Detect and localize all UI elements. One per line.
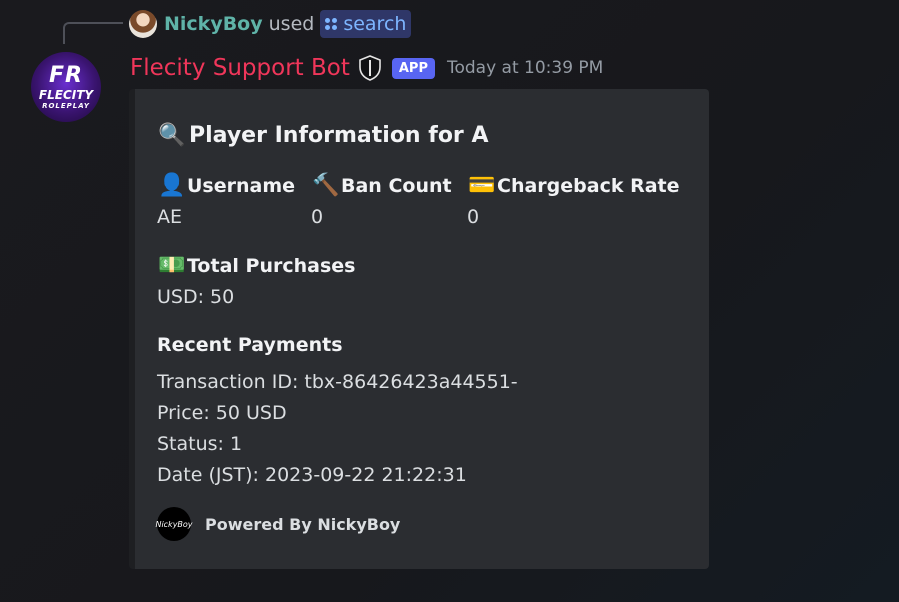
bot-name[interactable]: Flecity Support Bot (130, 55, 350, 81)
bot-avatar[interactable]: FR FLECITY ROLEPLAY (31, 52, 101, 122)
avatar-logo-text: FR (49, 62, 83, 88)
message-header: Flecity Support Bot APP Today at 10:39 P… (130, 52, 603, 84)
field-value: 0 (467, 206, 480, 228)
field-value: AE (157, 206, 183, 228)
transaction-id-line: Transaction ID: tbx-86426423a44551- (157, 371, 518, 393)
avatar-logo-text: FLECITY (38, 87, 94, 102)
footer-text: Powered By NickyBoy (205, 514, 401, 534)
shield-icon (359, 55, 381, 81)
embed-title-text: Player Information for A (189, 123, 489, 148)
field-total-purchases: 💵 Total Purchases USD: 50 (157, 253, 355, 308)
field-username: 👤 Username AE (157, 173, 295, 228)
magnifier-icon: 🔍 (158, 123, 186, 148)
command-icon (325, 18, 338, 30)
field-name: Recent Payments (157, 334, 343, 356)
price-line: Price: 50 USD (157, 402, 287, 424)
field-name: Username (187, 174, 296, 197)
field-name: Chargeback Rate (497, 174, 680, 197)
hammer-icon: 🔨 (312, 173, 340, 198)
date-line: Date (JST): 2023-09-22 21:22:31 (157, 464, 467, 486)
field-name: Ban Count (341, 174, 452, 197)
embed-card: 🔍 Player Information for A 👤 Username AE … (129, 89, 709, 569)
command-name: search (343, 13, 407, 35)
status-line: Status: 1 (157, 433, 243, 455)
field-value: 0 (311, 206, 324, 228)
reply-context: NickyBoy used search (164, 10, 412, 38)
recent-payments-details: Transaction ID: tbx-86426423a44551- Pric… (157, 367, 518, 491)
reply-user-avatar[interactable] (129, 10, 157, 38)
reply-connector (63, 22, 123, 44)
money-icon: 💵 (158, 253, 186, 278)
embed-title: 🔍 Player Information for A (157, 123, 488, 148)
field-ban-count: 🔨 Ban Count 0 (311, 173, 452, 228)
footer-icon: NickyBoy (155, 507, 193, 541)
field-name: Total Purchases (187, 254, 356, 277)
timestamp: Today at 10:39 PM (446, 58, 604, 78)
avatar-logo-text: ROLEPLAY (42, 101, 90, 110)
reply-used-text: used (268, 13, 315, 35)
reply-username[interactable]: NickyBoy (164, 13, 263, 35)
field-recent-payments: Recent Payments (157, 334, 343, 356)
slash-command[interactable]: search (320, 10, 412, 38)
embed-footer: NickyBoy Powered By NickyBoy (155, 507, 401, 541)
user-icon: 👤 (158, 173, 186, 198)
app-badge: APP (391, 57, 435, 79)
credit-card-icon: 💳 (468, 173, 496, 198)
field-value: USD: 50 (157, 286, 235, 308)
field-chargeback-rate: 💳 Chargeback Rate 0 (467, 173, 680, 228)
